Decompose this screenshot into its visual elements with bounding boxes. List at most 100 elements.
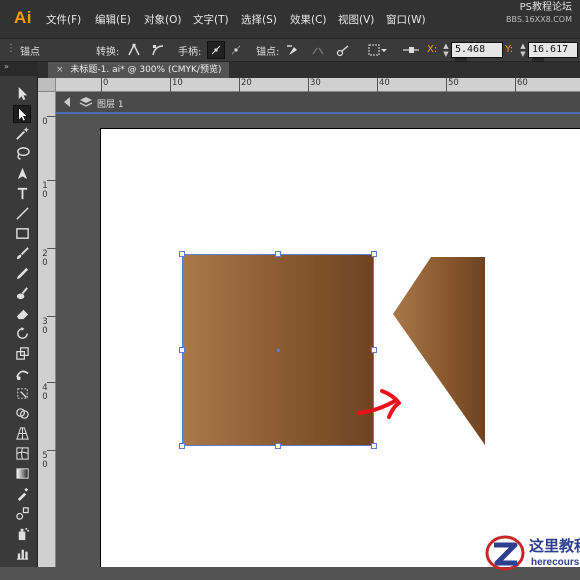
pen-tool-icon[interactable] <box>13 164 31 182</box>
align-options-button[interactable] <box>401 41 421 59</box>
layer-name[interactable]: 图层 1 <box>97 97 124 110</box>
ruler-tick <box>170 78 171 92</box>
menu-object[interactable]: 对象(O) <box>144 12 181 27</box>
convert-label: 转换: <box>96 47 120 58</box>
ruler-tick <box>377 78 378 92</box>
result-shape[interactable] <box>393 257 493 449</box>
ruler-label: 5 0 <box>42 451 48 470</box>
app-logo: Ai <box>14 8 32 27</box>
ruler-tick <box>239 78 240 92</box>
pen-minus-icon <box>287 45 297 55</box>
control-bar-title: 锚点 <box>20 47 40 58</box>
menu-file[interactable]: 文件(F) <box>46 12 81 27</box>
y-spinner[interactable]: ▲ ▼ <box>519 42 527 58</box>
isolate-points-button[interactable] <box>366 41 390 59</box>
ruler-label: 60 <box>517 78 528 88</box>
document-tab-title: 未标题-1. ai* @ 300% (CMYK/预览) <box>70 65 222 75</box>
site-logo-name: 这里教程网 <box>529 537 580 555</box>
convert-to-smooth-button[interactable] <box>149 41 167 59</box>
blend-tool-icon[interactable] <box>13 504 31 522</box>
perspective-grid-tool-icon[interactable] <box>13 424 31 442</box>
canvas-area[interactable]: 这里教程网 herecours.com <box>56 116 580 571</box>
ruler-label: 4 0 <box>42 383 48 402</box>
site-logo-mark-icon <box>485 535 525 571</box>
cut-path-icon <box>336 45 349 57</box>
ruler-label: 2 0 <box>42 249 48 268</box>
menu-effect[interactable]: 效果(C) <box>290 12 327 27</box>
menu-edit[interactable]: 编辑(E) <box>95 12 131 27</box>
menu-window[interactable]: 窗口(W) <box>386 12 426 27</box>
eyedropper-tool-icon[interactable] <box>13 484 31 502</box>
gradient-tool-icon[interactable] <box>13 464 31 482</box>
selection-handle[interactable] <box>371 251 377 257</box>
selection-handle[interactable] <box>179 347 185 353</box>
menu-select[interactable]: 选择(S) <box>241 12 277 27</box>
x-label: X: <box>427 44 438 55</box>
forum-watermark-title: PS教程论坛 <box>519 2 572 13</box>
convert-to-corner-button[interactable] <box>125 41 143 59</box>
type-tool-icon[interactable] <box>13 184 31 202</box>
rotate-tool-icon[interactable] <box>13 324 31 342</box>
selection-handle[interactable] <box>275 443 281 449</box>
remove-anchor-button[interactable] <box>284 41 302 59</box>
direct-selection-tool-icon[interactable] <box>13 105 31 123</box>
isolation-layer-bar: 图层 1 <box>56 92 580 114</box>
selection-handle[interactable] <box>179 251 185 257</box>
connect-paths-button[interactable] <box>309 41 327 59</box>
symbol-sprayer-tool-icon[interactable] <box>13 524 31 542</box>
y-field[interactable]: 16.617 mm <box>528 42 578 66</box>
close-tab-icon[interactable]: × <box>56 65 64 75</box>
ruler-tick <box>47 450 56 451</box>
ruler-label: 0 <box>103 78 109 88</box>
ruler-tick <box>446 78 447 92</box>
menu-type[interactable]: 文字(T) <box>193 12 229 27</box>
column-graph-tool-icon[interactable] <box>13 544 31 562</box>
warp-tool-icon[interactable] <box>13 364 31 382</box>
selection-handle[interactable] <box>371 347 377 353</box>
layers-icon <box>79 97 93 107</box>
connect-paths-icon <box>312 47 324 55</box>
document-tab[interactable]: × 未标题-1. ai* @ 300% (CMYK/预览) <box>48 62 230 78</box>
menu-view[interactable]: 视图(V) <box>338 12 374 27</box>
forum-watermark: PS教程论坛 BBS.16XX8.COM <box>506 2 572 26</box>
hide-handles-icon <box>231 45 241 55</box>
horizontal-ruler[interactable]: 0 10 20 30 40 50 60 <box>56 78 580 92</box>
free-transform-tool-icon[interactable] <box>13 384 31 402</box>
selection-handle[interactable] <box>371 443 377 449</box>
anchors-label: 锚点: <box>256 47 280 58</box>
shape-builder-tool-icon[interactable] <box>13 404 31 422</box>
paintbrush-tool-icon[interactable] <box>13 244 31 262</box>
cut-path-button[interactable] <box>334 41 352 59</box>
magic-wand-tool-icon[interactable] <box>13 124 31 142</box>
ruler-origin[interactable] <box>38 78 56 92</box>
smooth-point-icon <box>152 45 164 56</box>
line-tool-icon[interactable] <box>13 204 31 222</box>
blob-brush-tool-icon[interactable] <box>13 284 31 302</box>
control-bar-grip[interactable]: ⋮ <box>6 43 16 54</box>
vertical-ruler[interactable]: 0 1 0 2 0 3 0 4 0 5 0 <box>38 92 56 567</box>
selection-tool-icon[interactable] <box>13 84 31 102</box>
ruler-label: 30 <box>310 78 321 88</box>
pencil-tool-icon[interactable] <box>13 264 31 282</box>
ruler-tick <box>47 180 56 181</box>
ruler-label: 1 0 <box>42 181 48 200</box>
x-field[interactable]: 5.468 mm <box>451 42 503 66</box>
ruler-label: 0 <box>42 117 48 127</box>
hide-handles-button[interactable] <box>227 41 245 59</box>
selection-handle[interactable] <box>275 251 281 257</box>
rectangle-tool-icon[interactable] <box>13 224 31 242</box>
mesh-tool-icon[interactable] <box>13 444 31 462</box>
lasso-tool-icon[interactable] <box>13 144 31 162</box>
scale-tool-icon[interactable] <box>13 344 31 362</box>
back-arrow-icon[interactable] <box>62 96 74 108</box>
menu-bar: Ai 文件(F) 编辑(E) 对象(O) 文字(T) 选择(S) 效果(C) 视… <box>0 0 580 38</box>
eraser-tool-icon[interactable] <box>13 304 31 322</box>
show-handles-button[interactable] <box>207 41 225 59</box>
show-handles-icon <box>211 45 221 55</box>
x-spinner[interactable]: ▲ ▼ <box>442 42 450 58</box>
artboard[interactable]: 这里教程网 herecours.com <box>100 128 580 571</box>
toolbox-collapse-button[interactable]: » <box>0 62 38 76</box>
ruler-label: 40 <box>379 78 390 88</box>
site-logo-url: herecours.com <box>531 557 580 568</box>
selection-handle[interactable] <box>179 443 185 449</box>
